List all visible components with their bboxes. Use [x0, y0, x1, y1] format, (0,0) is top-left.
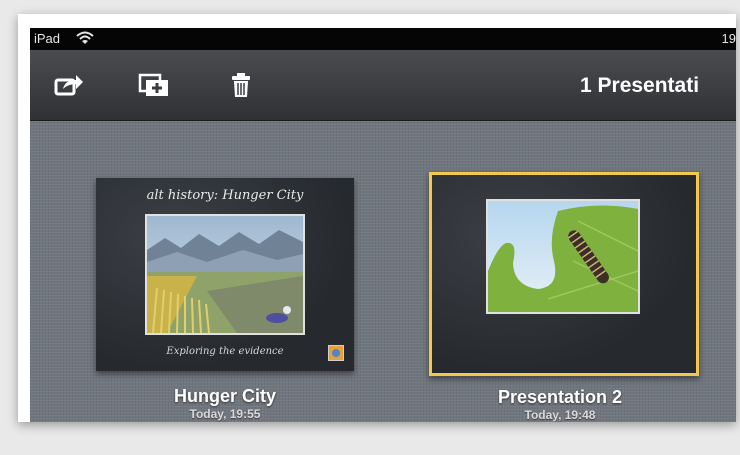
- screenshot-frame: iPad 19 1 Presentati alt history: Hunger…: [18, 14, 736, 422]
- slide-caption: Exploring the evidence: [166, 346, 284, 357]
- duplicate-icon[interactable]: [138, 72, 170, 98]
- presentation-tile-presentation-2[interactable]: Presentation 2 Today, 19:48: [429, 172, 699, 422]
- presentation-date: Today, 19:48: [524, 408, 596, 422]
- status-time: 19: [721, 31, 736, 46]
- slide-image: [145, 214, 305, 335]
- presentation-name: Presentation 2: [497, 387, 623, 407]
- presentation-thumbnail[interactable]: alt history: Hunger City Exploring the e…: [96, 178, 354, 371]
- presentation-name: Hunger City: [173, 386, 276, 406]
- status-bar: iPad 19: [30, 28, 736, 50]
- carrier-label: iPad: [34, 31, 61, 46]
- trash-icon[interactable]: [230, 72, 262, 98]
- presentation-tile-hunger-city[interactable]: alt history: Hunger City Exploring the e…: [96, 178, 354, 421]
- slide-image: [486, 199, 640, 314]
- presentation-grid: alt history: Hunger City Exploring the e…: [30, 121, 736, 422]
- share-icon[interactable]: [54, 72, 86, 98]
- ipad-screen: iPad 19 1 Presentati alt history: Hunger…: [30, 28, 736, 422]
- wifi-icon: [76, 30, 94, 49]
- presentation-date: Today, 19:55: [189, 407, 261, 421]
- slide-title: alt history: Hunger City: [146, 188, 304, 203]
- presentation-thumbnail-selected[interactable]: [429, 172, 699, 376]
- toolbar: 1 Presentati: [30, 50, 736, 121]
- badge-icon: [328, 345, 344, 361]
- toolbar-title: 1 Presentati: [580, 74, 700, 97]
